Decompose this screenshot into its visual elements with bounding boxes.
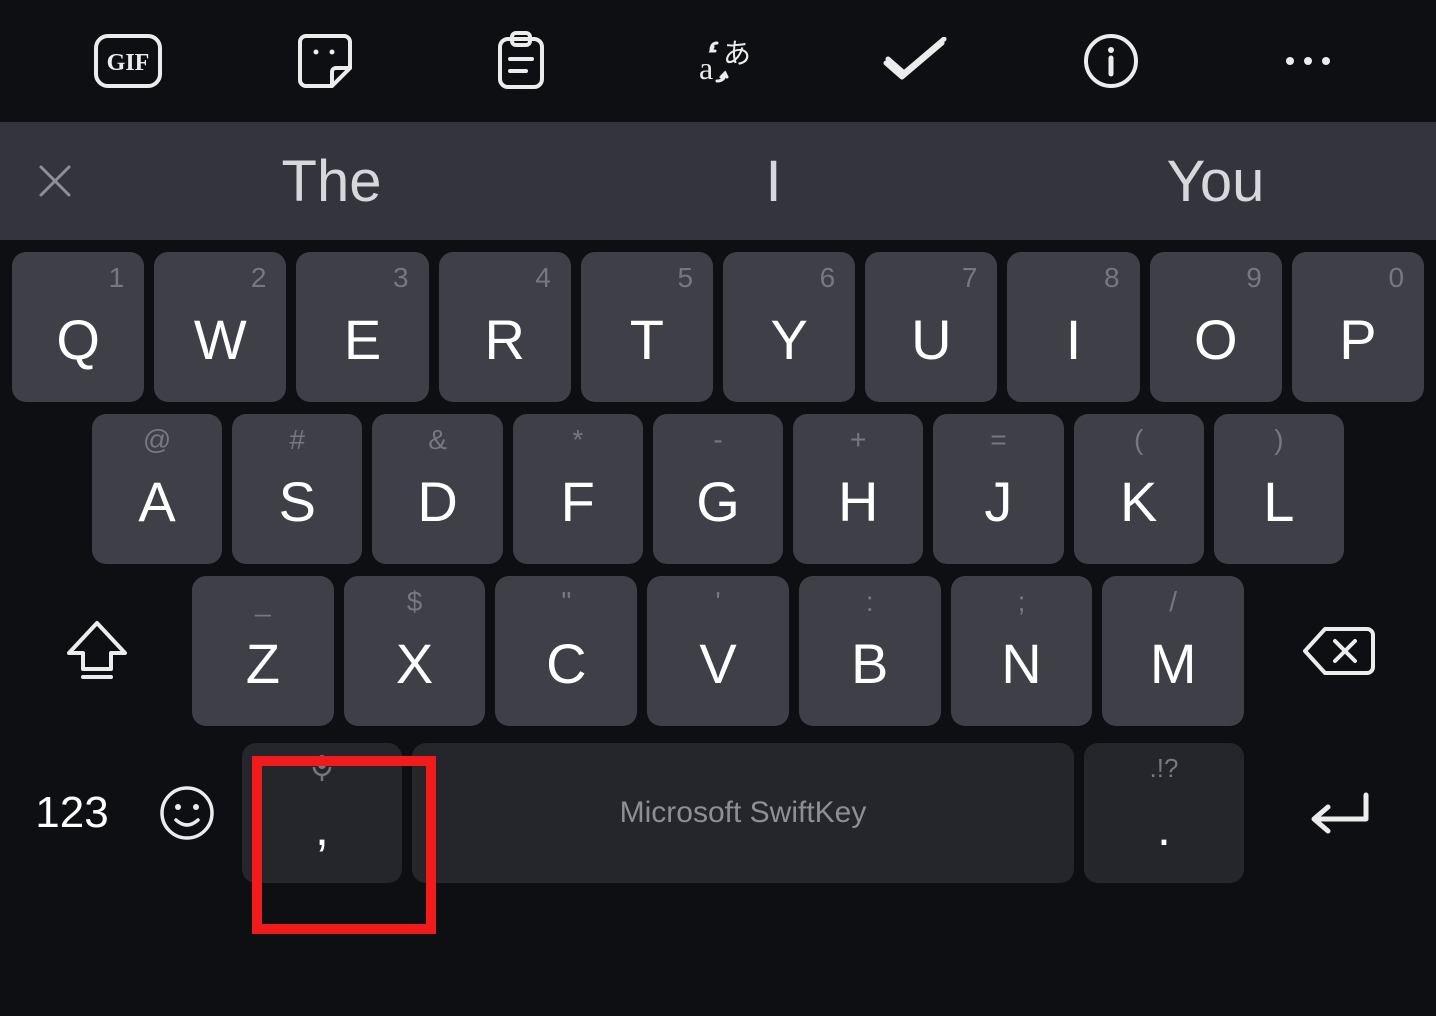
period-label: . xyxy=(1157,799,1171,857)
sticker-icon xyxy=(296,32,354,90)
key-e[interactable]: 3E xyxy=(296,252,428,402)
key-f[interactable]: *F xyxy=(513,414,643,564)
key-k[interactable]: (K xyxy=(1074,414,1204,564)
key-c[interactable]: "C xyxy=(495,576,637,726)
key-row-bottom: 123 , Microsoft SwiftKey .! xyxy=(6,738,1430,888)
key-g[interactable]: -G xyxy=(653,414,783,564)
suggestion-item[interactable]: I xyxy=(552,148,994,215)
suggestion-item[interactable]: The xyxy=(110,148,552,215)
comma-key[interactable]: , xyxy=(242,743,402,883)
key-s[interactable]: #S xyxy=(232,414,362,564)
period-key[interactable]: .!? . xyxy=(1084,743,1244,883)
key-p[interactable]: 0P xyxy=(1292,252,1424,402)
more-icon xyxy=(1283,54,1333,68)
translate-button[interactable]: a あ xyxy=(678,21,758,101)
shift-icon xyxy=(63,619,131,683)
close-icon xyxy=(35,161,75,201)
backspace-icon xyxy=(1301,625,1377,677)
space-label: Microsoft SwiftKey xyxy=(620,796,867,830)
close-suggestions-button[interactable] xyxy=(0,161,110,201)
enter-key[interactable] xyxy=(1254,743,1424,883)
backspace-key[interactable] xyxy=(1254,576,1424,726)
gif-button[interactable]: GIF xyxy=(88,21,168,101)
key-d[interactable]: &D xyxy=(372,414,502,564)
key-z[interactable]: _Z xyxy=(192,576,334,726)
comma-label: , xyxy=(315,799,329,857)
enter-icon xyxy=(1304,789,1374,837)
key-i[interactable]: 8I xyxy=(1007,252,1139,402)
clipboard-button[interactable] xyxy=(481,21,561,101)
period-secondary: .!? xyxy=(1084,753,1244,784)
key-b[interactable]: :B xyxy=(799,576,941,726)
clipboard-icon xyxy=(496,31,546,91)
shift-key[interactable] xyxy=(12,576,182,726)
key-q[interactable]: 1Q xyxy=(12,252,144,402)
key-y[interactable]: 6Y xyxy=(723,252,855,402)
emoji-icon xyxy=(158,784,216,842)
gif-icon: GIF xyxy=(94,34,162,88)
emoji-key[interactable] xyxy=(142,743,232,883)
key-a[interactable]: @A xyxy=(92,414,222,564)
key-w[interactable]: 2W xyxy=(154,252,286,402)
key-v[interactable]: 'V xyxy=(647,576,789,726)
info-button[interactable] xyxy=(1071,21,1151,101)
key-n[interactable]: ;N xyxy=(951,576,1093,726)
key-j[interactable]: =J xyxy=(933,414,1063,564)
key-x[interactable]: $X xyxy=(344,576,486,726)
translate-icon: a あ xyxy=(683,33,753,89)
checkmark-icon xyxy=(882,37,948,85)
svg-text:あ: あ xyxy=(723,39,751,70)
key-h[interactable]: +H xyxy=(793,414,923,564)
key-u[interactable]: 7U xyxy=(865,252,997,402)
keyboard: 1Q 2W 3E 4R 5T 6Y 7U 8I 9O 0P @A #S &D *… xyxy=(0,240,1436,894)
svg-text:a: a xyxy=(699,50,713,86)
suggestion-bar: The I You xyxy=(0,122,1436,240)
key-t[interactable]: 5T xyxy=(581,252,713,402)
autocorrect-button[interactable] xyxy=(875,21,955,101)
sticker-button[interactable] xyxy=(285,21,365,101)
more-button[interactable] xyxy=(1268,21,1348,101)
info-icon xyxy=(1082,32,1140,90)
space-key[interactable]: Microsoft SwiftKey xyxy=(412,743,1074,883)
suggestion-item[interactable]: You xyxy=(994,148,1436,215)
mic-icon xyxy=(242,753,402,790)
key-row-1: 1Q 2W 3E 4R 5T 6Y 7U 8I 9O 0P xyxy=(6,252,1430,402)
key-o[interactable]: 9O xyxy=(1150,252,1282,402)
key-m[interactable]: /M xyxy=(1102,576,1244,726)
key-l[interactable]: )L xyxy=(1214,414,1344,564)
numbers-label: 123 xyxy=(35,788,108,838)
key-row-3: _Z $X "C 'V :B ;N /M xyxy=(6,576,1430,726)
numbers-key[interactable]: 123 xyxy=(12,743,132,883)
key-row-2: @A #S &D *F -G +H =J (K )L xyxy=(6,414,1430,564)
svg-text:GIF: GIF xyxy=(107,50,150,76)
keyboard-toolbar: GIF a あ xyxy=(0,0,1436,122)
key-r[interactable]: 4R xyxy=(439,252,571,402)
